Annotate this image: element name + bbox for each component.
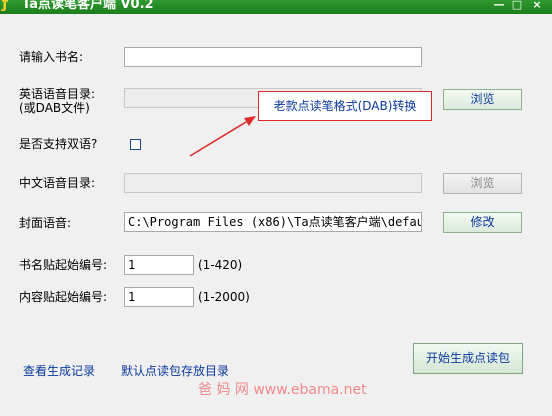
watermark: 爸 妈 网 www.ebama.net	[198, 382, 367, 398]
content-sticker-input[interactable]: 1	[124, 287, 194, 307]
view-records-link[interactable]: 查看生成记录	[23, 364, 95, 379]
bilingual-checkbox[interactable]	[130, 139, 141, 150]
generate-button[interactable]: 开始生成点读包	[413, 343, 523, 374]
title-sticker-label: 书名贴起始编号:	[19, 258, 108, 272]
bilingual-label: 是否支持双语?	[19, 137, 98, 151]
chinese-dir-input[interactable]	[124, 173, 422, 193]
default-dir-link[interactable]: 默认点读包存放目录	[121, 364, 229, 379]
cover-audio-input[interactable]: C:\Program Files (x86)\Ta点读笔客户端\defau	[124, 212, 422, 232]
content-sticker-range: (1-2000)	[198, 290, 250, 304]
title-sticker-range: (1-420)	[198, 258, 243, 272]
chinese-browse-button[interactable]: 浏览	[443, 173, 522, 194]
cover-audio-label: 封面语音:	[19, 216, 72, 230]
content-sticker-label: 内容贴起始编号:	[19, 290, 108, 304]
chinese-dir-label: 中文语音目录:	[19, 176, 96, 190]
cover-modify-button[interactable]: 修改	[443, 212, 522, 233]
title-sticker-input[interactable]: 1	[124, 255, 194, 275]
